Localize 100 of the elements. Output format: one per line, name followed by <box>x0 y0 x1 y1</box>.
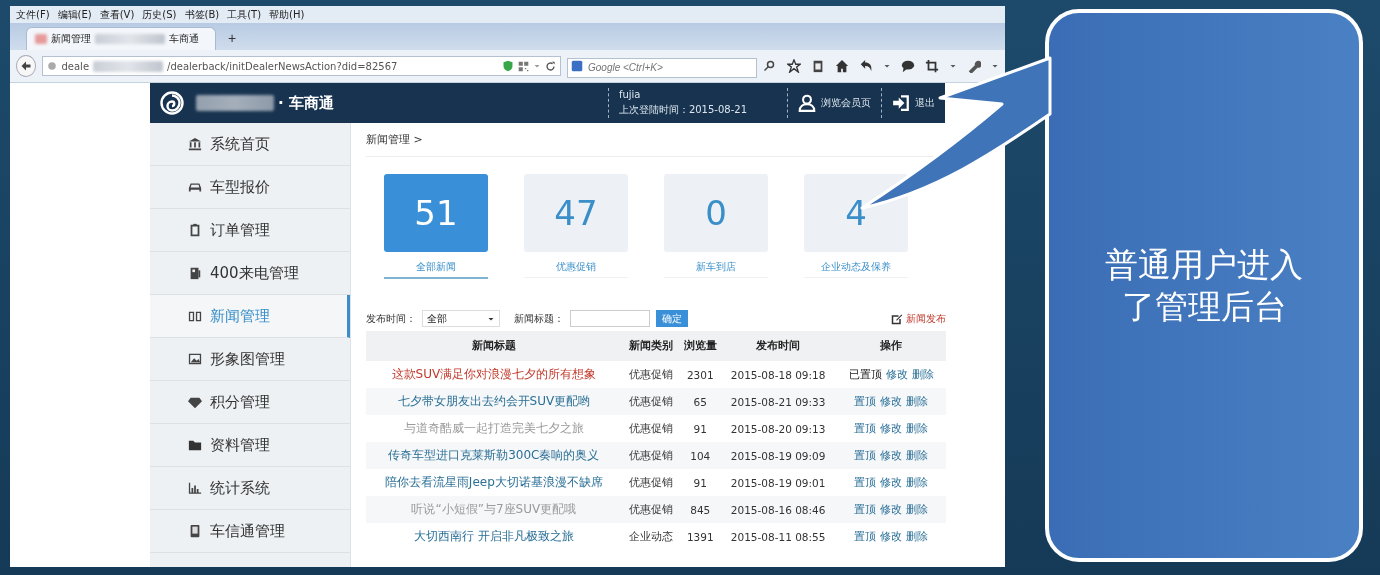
stat-label[interactable]: 新车到店 <box>664 260 768 278</box>
column-header: 发布时间 <box>720 331 837 361</box>
stat-label[interactable]: 优惠促销 <box>524 260 628 278</box>
chat-bubble-icon <box>901 59 915 73</box>
action-link[interactable]: 置顶 <box>854 394 877 407</box>
phone-icon <box>188 266 202 280</box>
menu-item[interactable]: 文件(F) <box>16 7 50 22</box>
callout-text: 普通用户进入了管理后台 <box>1104 244 1304 327</box>
mobile-icon <box>188 524 202 538</box>
menu-item[interactable]: 查看(V) <box>99 7 135 22</box>
action-link[interactable]: 删除 <box>906 502 929 515</box>
column-header: 浏览量 <box>680 331 721 361</box>
filter-label: 新闻标题： <box>514 311 564 326</box>
tab-title: 新闻管理 <box>51 32 91 46</box>
diamond-icon <box>188 395 202 409</box>
sidebar-item[interactable]: 统计系统 <box>150 467 350 510</box>
table-cell: 65 <box>680 388 721 415</box>
table-cell: 1391 <box>680 523 721 550</box>
table-cell: 2015-08-11 08:55 <box>720 523 837 550</box>
stat-card[interactable]: 4 <box>804 174 908 252</box>
title-input-field[interactable] <box>570 310 650 327</box>
action-link[interactable]: 置顶 <box>854 475 877 488</box>
action-link[interactable]: 修改 <box>880 394 903 407</box>
action-link[interactable]: 修改 <box>885 367 908 380</box>
filter-label: 发布时间： <box>366 311 416 326</box>
redaction-blur <box>95 34 165 44</box>
back-button[interactable] <box>16 55 37 77</box>
new-tab-button[interactable]: + <box>224 30 241 50</box>
action-link[interactable]: 置顶 <box>854 421 877 434</box>
browser-tab[interactable]: 新闻管理 车商通 <box>26 27 216 50</box>
action-link[interactable]: 修改 <box>880 448 903 461</box>
news-title-link[interactable]: 大切西南行 开启非凡极致之旅 <box>413 529 574 543</box>
column-header: 新闻类别 <box>621 331 681 361</box>
menu-item[interactable]: 帮助(H) <box>269 7 305 22</box>
sidebar-item[interactable]: 车型报价 <box>150 166 350 209</box>
stat-card[interactable]: 51 <box>384 174 488 252</box>
sidebar-item[interactable]: 新闻管理 <box>150 295 350 338</box>
stat-label[interactable]: 全部新闻 <box>384 260 488 279</box>
action-link[interactable]: 置顶 <box>854 448 877 461</box>
table-cell: 优惠促销 <box>621 496 681 523</box>
action-link[interactable]: 置顶 <box>854 502 877 515</box>
menu-item[interactable]: 编辑(E) <box>57 7 92 22</box>
pinned-status: 已置顶 <box>848 367 882 380</box>
stat-card[interactable]: 0 <box>664 174 768 252</box>
person-icon <box>798 94 816 112</box>
news-title-link[interactable]: 这款SUV满足你对浪漫七夕的所有想象 <box>391 367 597 381</box>
star-icon <box>787 59 801 73</box>
table-cell: 91 <box>680 415 721 442</box>
sidebar-item[interactable]: 系统首页 <box>150 123 350 166</box>
member-page-link[interactable]: 浏览会员页 <box>798 94 871 112</box>
table-cell: 优惠促销 <box>621 469 681 496</box>
sidebar-item[interactable]: 资料管理 <box>150 424 350 467</box>
table-cell: 2015-08-18 09:18 <box>720 361 837 388</box>
action-link[interactable]: 修改 <box>880 502 903 515</box>
dropdown-icon <box>883 62 891 70</box>
table-cell: 优惠促销 <box>621 388 681 415</box>
tab-title: 车商通 <box>169 32 199 46</box>
table-cell: 优惠促销 <box>621 442 681 469</box>
table-cell: 2015-08-16 08:46 <box>720 496 837 523</box>
column-header: 新闻标题 <box>366 331 622 361</box>
time-select[interactable]: 全部 <box>422 310 500 327</box>
action-link[interactable]: 删除 <box>906 448 929 461</box>
column-header: 操作 <box>836 331 946 361</box>
table-cell: 91 <box>680 469 721 496</box>
action-link[interactable]: 删除 <box>906 421 929 434</box>
action-link[interactable]: 删除 <box>906 394 929 407</box>
sidebar-item[interactable]: 订单管理 <box>150 209 350 252</box>
action-link[interactable]: 修改 <box>880 421 903 434</box>
back-arrow-icon <box>20 60 33 72</box>
table-cell: 2015-08-20 09:13 <box>720 415 837 442</box>
crop-icon <box>925 59 939 73</box>
sidebar-item[interactable]: 积分管理 <box>150 381 350 424</box>
table-cell: 2301 <box>680 361 721 388</box>
folder-icon <box>188 438 202 452</box>
action-link[interactable]: 置顶 <box>854 529 877 542</box>
search-field[interactable]: Google <Ctrl+K> <box>567 57 757 78</box>
action-link[interactable]: 删除 <box>911 367 934 380</box>
url-field[interactable]: deale /dealerback/initDealerNewsAction?did=82567 <box>42 56 561 76</box>
stat-label[interactable]: 企业动态及保养 <box>804 260 908 278</box>
table-cell: 2015-08-19 09:01 <box>720 469 837 496</box>
menu-item[interactable]: 书签(B) <box>184 7 220 22</box>
url-text: /dealerback/initDealerNewsAction?did=82567 <box>167 60 398 72</box>
sidebar-item[interactable]: 形象图管理 <box>150 338 350 381</box>
sidebar-item[interactable]: 车信通管理 <box>150 510 350 553</box>
menu-item[interactable]: 历史(S) <box>142 7 177 22</box>
news-title-link[interactable]: 陪你去看流星雨Jeep大切诺基浪漫不缺席 <box>384 475 603 489</box>
last-login-time: 上次登陆时间：2015-08-21 <box>618 103 747 117</box>
publish-news-link[interactable]: 新闻发布 <box>891 311 946 326</box>
exit-icon <box>892 94 910 112</box>
confirm-button[interactable]: 确定 <box>656 310 688 327</box>
action-link[interactable]: 修改 <box>880 475 903 488</box>
dropdown-icon <box>949 62 957 70</box>
swirl-logo-icon <box>160 91 184 115</box>
action-link[interactable]: 删除 <box>906 475 929 488</box>
action-link[interactable]: 修改 <box>880 529 903 542</box>
logout-button[interactable]: 退出 <box>892 94 935 112</box>
menu-item[interactable]: 工具(T) <box>227 7 262 22</box>
table-cell: 2015-08-21 09:33 <box>720 388 837 415</box>
action-link[interactable]: 删除 <box>906 529 929 542</box>
stat-card[interactable]: 47 <box>524 174 628 252</box>
